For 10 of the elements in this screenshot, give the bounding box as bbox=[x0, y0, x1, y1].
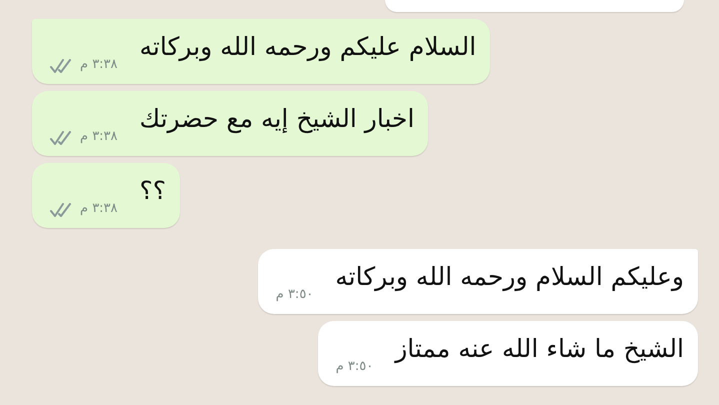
message-text: وعليكم السلام ورحمه الله وبركاته bbox=[335, 261, 684, 293]
message-time: ٣:٣٨ م bbox=[80, 129, 118, 144]
message-time: ٣:٥٠ م bbox=[336, 359, 374, 374]
message-time: ٣:٣٨ م bbox=[80, 201, 118, 216]
message-text: اخبار الشيخ إيه مع حضرتك bbox=[140, 103, 414, 135]
message-time: ٣:٣٨ م bbox=[80, 57, 118, 72]
message-text: السلام عليكم ورحمه الله وبركاته bbox=[140, 31, 476, 63]
message-text: الشيخ ما شاء الله عنه ممتاز bbox=[395, 333, 684, 365]
message-text: ؟؟ bbox=[140, 175, 166, 207]
message-time: ٣:٥٠ م bbox=[276, 287, 314, 302]
